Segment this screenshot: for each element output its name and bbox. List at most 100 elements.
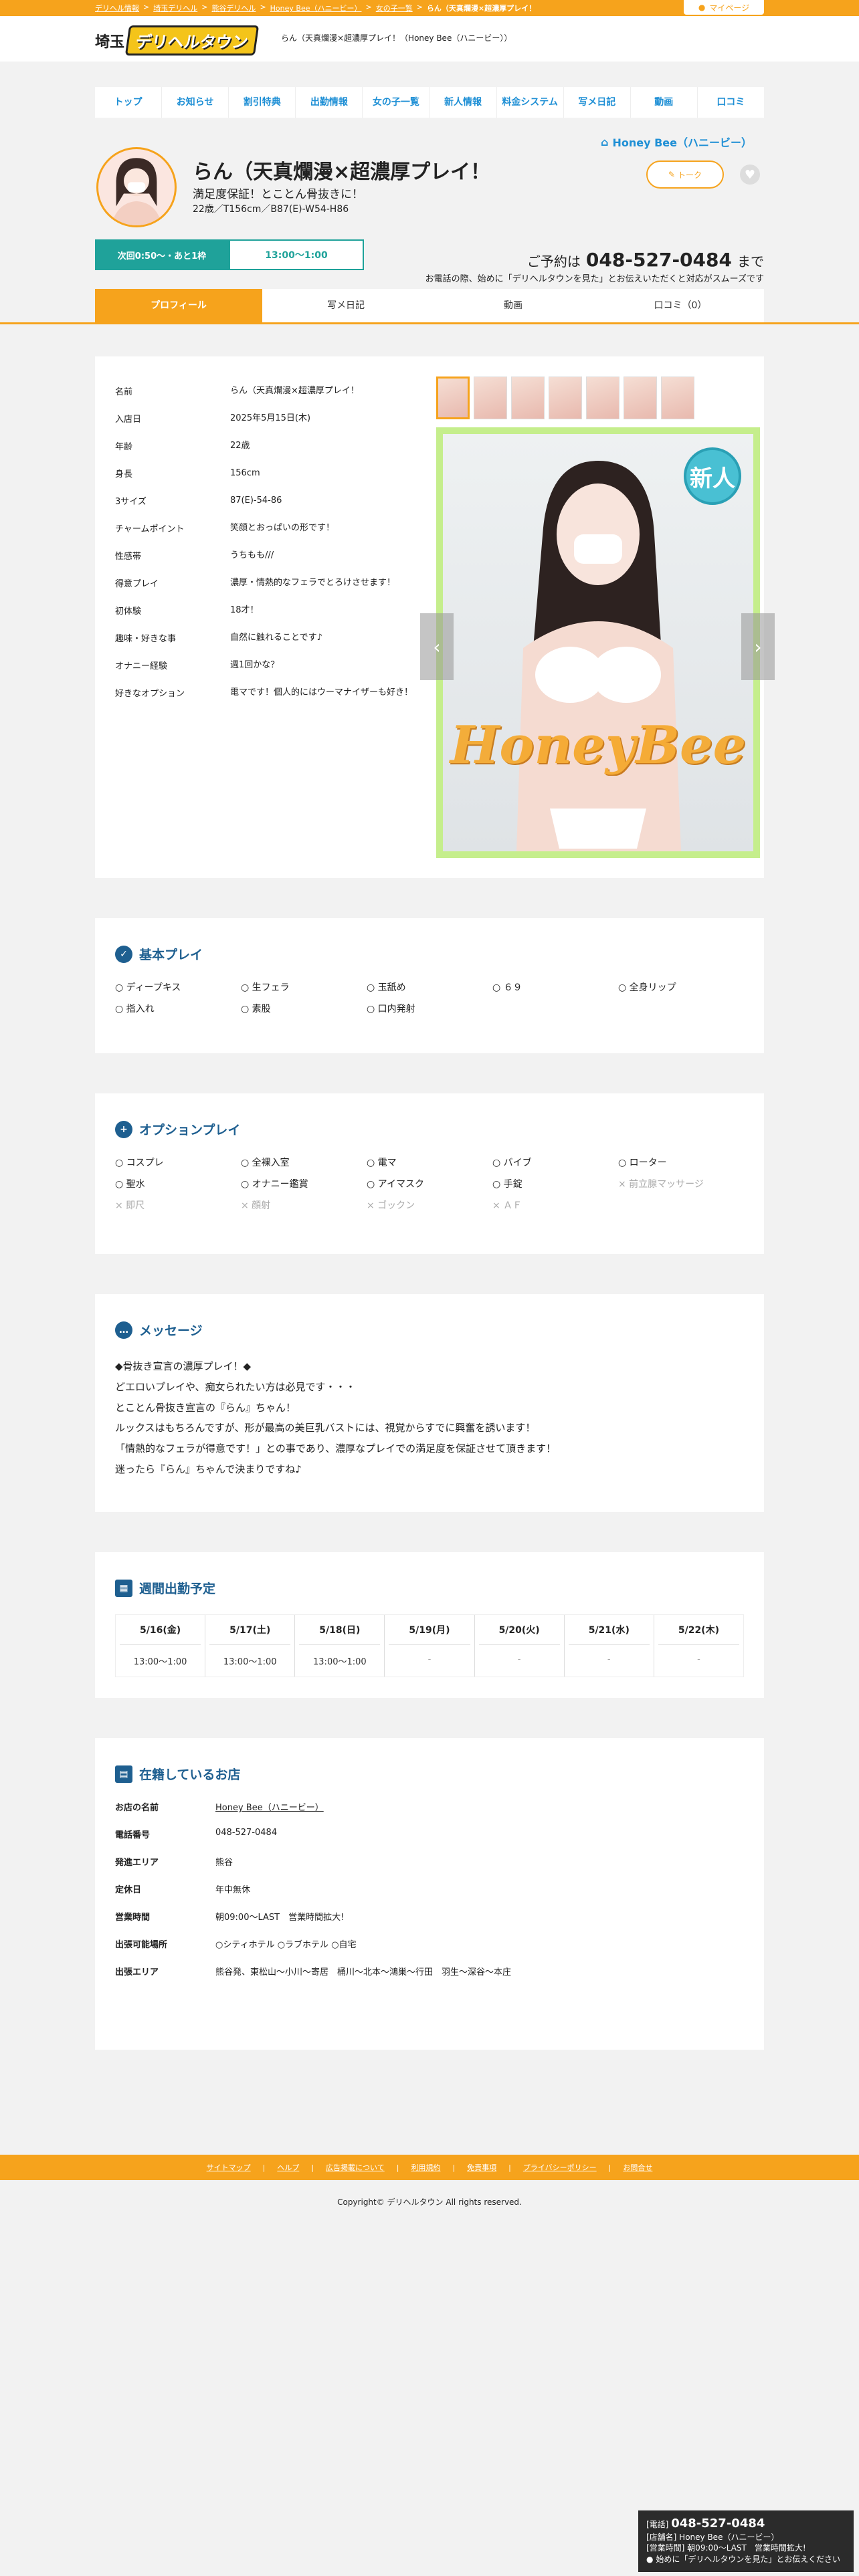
chevron-right-icon: ›	[754, 635, 762, 658]
shop-info-value: 朝09:00〜LAST 営業時間拡大!	[215, 1910, 344, 1923]
profile-row: 性感帯 うちもも///	[115, 541, 415, 568]
footer-link[interactable]: ヘルプ	[277, 2162, 299, 2173]
thumbnail[interactable]	[661, 377, 694, 419]
basic-play-list: ○ ディープキス ○ 生フェラ ○ 玉舐め ○ ６９ ○ 全身リップ ○ 指入れ ○ 素股 ○…	[115, 980, 744, 1015]
schedule-title: ▦ 週間出勤予定	[115, 1579, 744, 1597]
footer-link[interactable]: 利用規約	[411, 2162, 440, 2173]
option-play-card: + オプションプレイ ○ コスプレ ○ 全裸入室 ○ 電マ ○ バイブ ○ ローター ○ 聖…	[95, 1093, 764, 1254]
schedule-date: 5/19(月)	[389, 1615, 470, 1645]
profile-row: 趣味・好きな事 自然に触れることです♪	[115, 623, 415, 651]
option-play-item: × ゴックン	[367, 1200, 415, 1211]
message-body: ◆骨抜き宣言の濃厚プレイ！◆ どエロいプレイや、痴女られたい方は必見です・・・ とこ…	[115, 1356, 744, 1480]
breadcrumb-item[interactable]: 埼玉デリヘル	[153, 3, 197, 13]
float-phone[interactable]: 048-527-0484	[671, 2516, 765, 2531]
profile-row: 身長 156cm	[115, 459, 415, 486]
tab-review[interactable]: 口コミ（0）	[597, 289, 764, 322]
talk-button[interactable]: ✎ トーク	[646, 160, 724, 189]
shop-info-row: 定休日 年中無休	[115, 1883, 744, 1910]
main-photo: 新人 HoneyBee	[436, 427, 760, 858]
footer-link[interactable]: お問合せ	[623, 2162, 652, 2173]
nav-news[interactable]: お知らせ	[162, 87, 229, 118]
shop-info-value: ○シティホテル ○ラブホテル ○自宅	[215, 1937, 357, 1950]
thumbnail[interactable]	[511, 377, 545, 419]
plus-icon: +	[115, 1120, 132, 1138]
thumbnail[interactable]	[474, 377, 507, 419]
next-schedule-badge: 次回0:50〜・あと1枠	[95, 239, 229, 270]
photo-prev-button[interactable]: ‹	[420, 613, 454, 680]
message-title: … メッセージ	[115, 1321, 744, 1339]
nav-schedule[interactable]: 出勤情報	[296, 87, 363, 118]
footer-link[interactable]: 免責事項	[467, 2162, 496, 2173]
thumbnail[interactable]	[436, 377, 470, 419]
float-shop: [店舗名] Honey Bee（ハニービー）	[646, 2533, 779, 2543]
nav-video[interactable]: 動画	[631, 87, 698, 118]
thumbnail[interactable]	[549, 377, 582, 419]
schedule-date: 5/20(火)	[478, 1615, 560, 1645]
thumbnail[interactable]	[586, 377, 619, 419]
basic-play-item: ○ 素股	[241, 1004, 271, 1014]
basic-play-item: ○ 全身リップ	[618, 982, 676, 993]
nav-top[interactable]: トップ	[95, 87, 163, 118]
new-badge: 新人	[684, 447, 741, 505]
shop-info-key: お店の名前	[115, 1803, 159, 1813]
footer-links: サイトマップ | ヘルプ | 広告掲載について | 利用規約 | 免責事項 | プライバシ…	[0, 2155, 859, 2180]
weekly-schedule: 5/16(金) 13:00〜1:00 5/17(土) 13:00〜1:00 5/18(日…	[115, 1614, 744, 1677]
shop-name-link[interactable]: Honey Bee（ハニービー）	[215, 1803, 324, 1813]
breadcrumb-item[interactable]: 女の子一覧	[376, 3, 413, 13]
option-play-item: × 前立腺マッサージ	[618, 1179, 704, 1190]
profile-row: 初体験 18才！	[115, 596, 415, 623]
message-line: どエロいプレイや、痴女られたい方は必見です・・・	[115, 1380, 356, 1393]
photo-next-button[interactable]: ›	[741, 613, 775, 680]
profile-value: 87(E)-54-86	[230, 496, 282, 506]
shop-info-row: 電話番号 048-527-0484	[115, 1828, 744, 1855]
profile-tabs-bar: プロフィール 写メ日記 動画 口コミ（0）	[0, 289, 859, 324]
profile-value: 18才！	[230, 605, 259, 615]
shop-info-text: 朝09:00〜LAST 営業時間拡大!	[215, 1913, 345, 1923]
breadcrumb-item[interactable]: Honey Bee（ハニービー）	[270, 3, 362, 13]
option-play-item: ○ アイマスク	[367, 1179, 424, 1190]
profile-row: 名前 らん（天真爛漫×超濃厚プレイ！	[115, 377, 415, 404]
profile-value: うちもも///	[230, 550, 274, 560]
nav-girls[interactable]: 女の子一覧	[363, 87, 430, 118]
breadcrumb-item[interactable]: 熊谷デリヘル	[211, 3, 256, 13]
site-logo[interactable]: 埼玉 デリヘルタウン	[95, 25, 260, 56]
tab-profile[interactable]: プロフィール	[95, 289, 262, 322]
shop-link[interactable]: ⌂ Honey Bee（ハニービー）	[601, 134, 752, 150]
mypage-button[interactable]: ● マイページ	[684, 0, 764, 15]
nav-price[interactable]: 料金システム	[497, 87, 564, 118]
info-icon: ●	[646, 2554, 654, 2564]
option-play-item: ○ ローター	[618, 1158, 667, 1168]
profile-key: チャームポイント	[115, 524, 185, 534]
nav-discount[interactable]: 割引特典	[229, 87, 296, 118]
nav-newcomers[interactable]: 新人情報	[430, 87, 497, 118]
option-play-item: × 即尺	[115, 1200, 145, 1211]
option-play-item: ○ オナニー鑑賞	[241, 1179, 308, 1190]
nav-diary[interactable]: 写メ日記	[564, 87, 631, 118]
profile-key: オナニー経験	[115, 661, 168, 671]
tab-video[interactable]: 動画	[430, 289, 597, 322]
footer-link[interactable]: プライバシーポリシー	[523, 2162, 597, 2173]
footer-link[interactable]: 広告掲載について	[326, 2162, 385, 2173]
favorite-button[interactable]: ♥	[740, 165, 760, 185]
schedule-date: 5/17(土)	[209, 1615, 291, 1645]
footer-link[interactable]: サイトマップ	[207, 2162, 251, 2173]
speech-bubble-icon: …	[115, 1321, 132, 1339]
profile-value: 週1回かな？	[230, 660, 280, 670]
schedule-date: 5/22(木)	[658, 1615, 739, 1645]
profile-key: 名前	[115, 387, 133, 397]
message-line: ◆骨抜き宣言の濃厚プレイ！◆	[115, 1360, 252, 1372]
catch-copy: 満足度保証！とことん骨抜きに！	[193, 188, 363, 201]
schedule-day: 5/17(土) 13:00〜1:00	[205, 1615, 296, 1677]
profile-key: 性感帯	[115, 552, 142, 562]
breadcrumb-current: らん（天真爛漫×超濃厚プレイ！	[426, 4, 537, 13]
profile-row: チャームポイント 笑顔とおっぱいの形です！	[115, 514, 415, 541]
option-play-item: ○ コスプレ	[115, 1158, 164, 1168]
nav-review[interactable]: 口コミ	[698, 87, 764, 118]
thumbnail[interactable]	[624, 377, 657, 419]
schedule-day: 5/19(月) -	[385, 1615, 475, 1677]
profile-key: 身長	[115, 469, 133, 479]
phone-number[interactable]: 048-527-0484	[586, 249, 732, 271]
tab-diary[interactable]: 写メ日記	[262, 289, 430, 322]
next-schedule-time: 13:00〜1:00	[229, 239, 364, 270]
breadcrumb-item[interactable]: デリヘル情報	[95, 3, 139, 13]
